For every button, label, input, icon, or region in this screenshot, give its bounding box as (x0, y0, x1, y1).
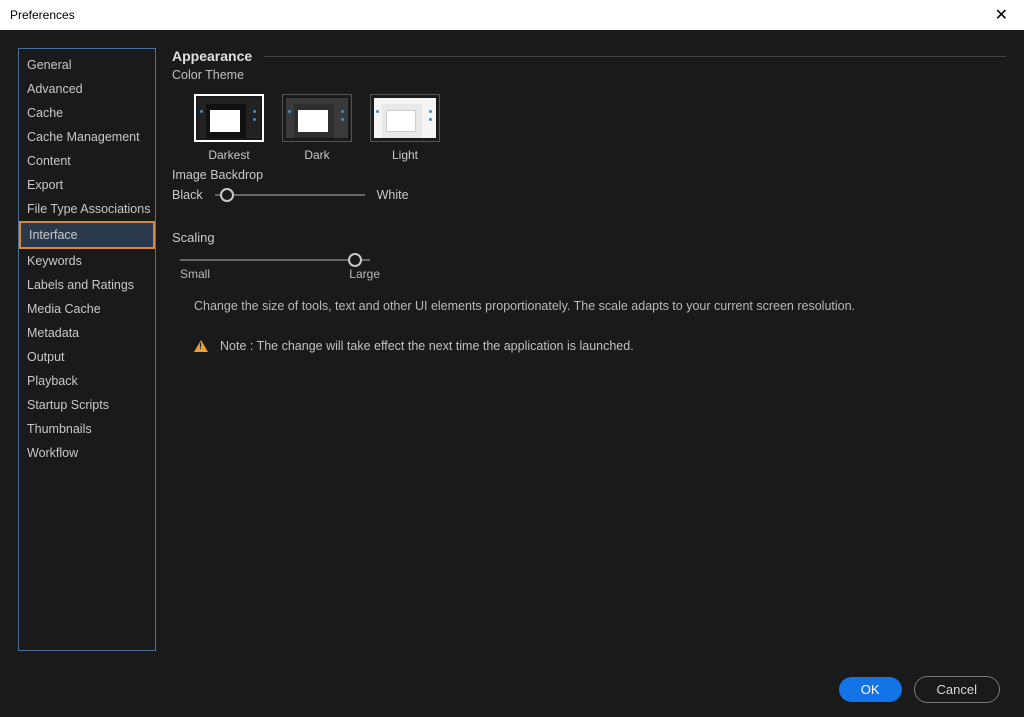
preferences-dialog: Preferences ✕ GeneralAdvancedCacheCache … (0, 0, 1024, 717)
theme-thumbnail[interactable] (282, 94, 352, 142)
sidebar-item-cache[interactable]: Cache (19, 101, 155, 125)
sidebar-item-interface[interactable]: Interface (19, 221, 155, 249)
theme-thumbnail[interactable] (194, 94, 264, 142)
warning-icon (194, 340, 208, 352)
scaling-description: Change the size of tools, text and other… (194, 299, 1006, 313)
sidebar-item-general[interactable]: General (19, 53, 155, 77)
sidebar-item-output[interactable]: Output (19, 345, 155, 369)
backdrop-slider-thumb[interactable] (220, 188, 234, 202)
sidebar: GeneralAdvancedCacheCache ManagementCont… (18, 48, 156, 651)
dialog-footer: OK Cancel (0, 669, 1024, 717)
ok-button[interactable]: OK (839, 677, 902, 702)
content-panel: Appearance Color Theme DarkestDarkLight … (172, 48, 1006, 651)
theme-label: Darkest (208, 148, 249, 162)
theme-option-light[interactable]: Light (370, 94, 440, 162)
sidebar-item-workflow[interactable]: Workflow (19, 441, 155, 465)
color-theme-label: Color Theme (172, 68, 1006, 82)
sidebar-item-export[interactable]: Export (19, 173, 155, 197)
backdrop-slider[interactable] (215, 194, 365, 196)
theme-label: Dark (304, 148, 329, 162)
image-backdrop-label: Image Backdrop (172, 168, 1006, 182)
sidebar-item-advanced[interactable]: Advanced (19, 77, 155, 101)
scaling-slider[interactable] (180, 259, 370, 261)
backdrop-left-label: Black (172, 188, 203, 202)
scaling-right-label: Large (349, 267, 380, 281)
backdrop-right-label: White (377, 188, 409, 202)
theme-label: Light (392, 148, 418, 162)
theme-option-dark[interactable]: Dark (282, 94, 352, 162)
dialog-title: Preferences (10, 8, 75, 22)
color-theme-row: Darkest Dark Light (194, 94, 1006, 162)
sidebar-item-keywords[interactable]: Keywords (19, 249, 155, 273)
cancel-button[interactable]: Cancel (914, 676, 1000, 703)
theme-thumbnail[interactable] (370, 94, 440, 142)
sidebar-item-playback[interactable]: Playback (19, 369, 155, 393)
scaling-slider-thumb[interactable] (348, 253, 362, 267)
sidebar-item-metadata[interactable]: Metadata (19, 321, 155, 345)
sidebar-item-cache-management[interactable]: Cache Management (19, 125, 155, 149)
scaling-title: Scaling (172, 230, 1006, 245)
dialog-titlebar: Preferences ✕ (0, 0, 1024, 30)
sidebar-item-content[interactable]: Content (19, 149, 155, 173)
sidebar-item-thumbnails[interactable]: Thumbnails (19, 417, 155, 441)
sidebar-item-labels-and-ratings[interactable]: Labels and Ratings (19, 273, 155, 297)
sidebar-item-file-type-associations[interactable]: File Type Associations (19, 197, 155, 221)
section-title-appearance: Appearance (172, 48, 252, 64)
theme-option-darkest[interactable]: Darkest (194, 94, 264, 162)
sidebar-item-media-cache[interactable]: Media Cache (19, 297, 155, 321)
scaling-left-label: Small (180, 267, 210, 281)
close-icon[interactable]: ✕ (989, 3, 1014, 27)
scaling-note: Note : The change will take effect the n… (220, 339, 634, 353)
sidebar-item-startup-scripts[interactable]: Startup Scripts (19, 393, 155, 417)
divider (264, 56, 1006, 57)
